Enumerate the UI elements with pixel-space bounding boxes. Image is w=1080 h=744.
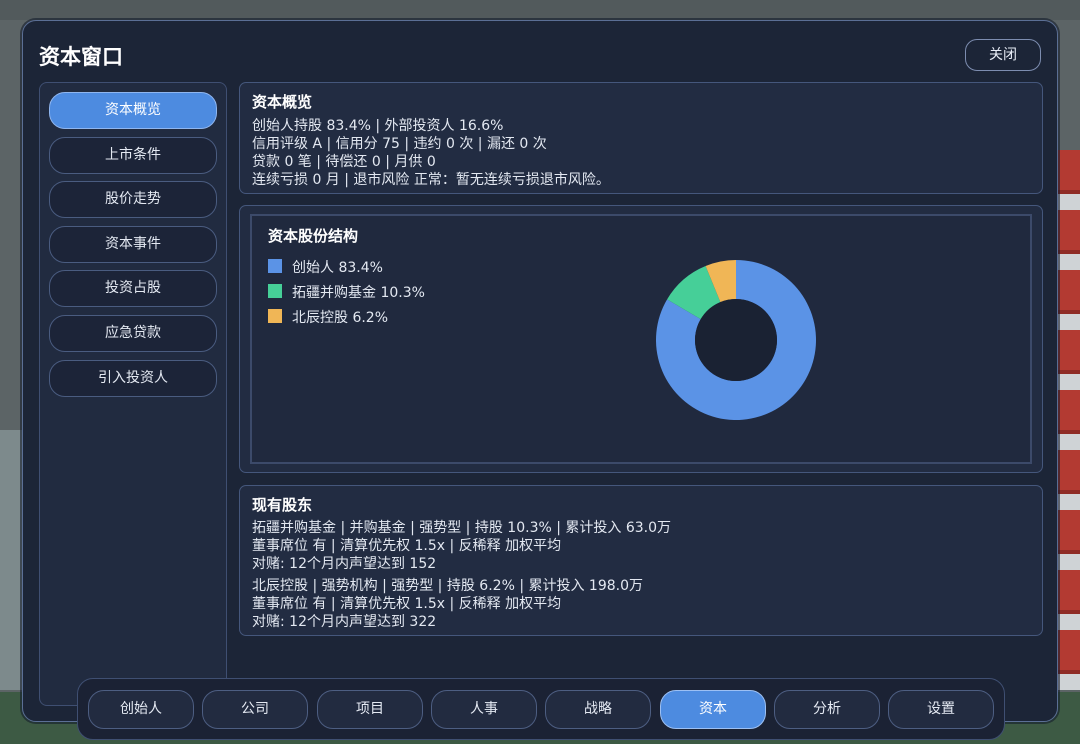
donut-hole xyxy=(695,299,777,381)
shareholder-line: 董事席位 有 | 清算优先权 1.5x | 反稀释 加权平均 xyxy=(252,538,562,554)
overview-title: 资本概览 xyxy=(252,93,313,111)
tab-settings[interactable]: 设置 xyxy=(888,690,994,729)
equity-chart-frame: 资本股份结构 创始人 83.4% 拓疆并购基金 10.3% 北辰控股 6.2% xyxy=(250,214,1032,464)
window-title: 资本窗口 xyxy=(39,45,123,69)
overview-panel: 资本概览 创始人持股 83.4% | 外部投资人 16.6% 信用评级 A | … xyxy=(239,82,1043,194)
sidebar-item-emergency-loan[interactable]: 应急贷款 xyxy=(49,315,217,352)
shareholders-title: 现有股东 xyxy=(252,496,313,514)
capital-window: 资本窗口 关闭 资本概览 上市条件 股价走势 资本事件 投资占股 应急贷款 引入… xyxy=(22,20,1058,722)
legend-label: 拓疆并购基金 10.3% xyxy=(292,285,425,301)
tab-projects[interactable]: 项目 xyxy=(317,690,423,729)
sidebar-item-capital-overview[interactable]: 资本概览 xyxy=(49,92,217,129)
shareholder-line: 对赌: 12个月内声望达到 322 xyxy=(252,614,437,630)
tab-analysis[interactable]: 分析 xyxy=(774,690,880,729)
sidebar-item-listing-conditions[interactable]: 上市条件 xyxy=(49,137,217,174)
sidebar-item-investment-stake[interactable]: 投资占股 xyxy=(49,270,217,307)
game-background-top xyxy=(0,0,1080,20)
tab-strategy[interactable]: 战略 xyxy=(545,690,651,729)
sidebar: 资本概览 上市条件 股价走势 资本事件 投资占股 应急贷款 引入投资人 xyxy=(39,82,227,706)
tab-capital[interactable]: 资本 xyxy=(660,690,766,729)
shareholders-panel: 现有股东 拓疆并购基金 | 并购基金 | 强势型 | 持股 10.3% | 累计… xyxy=(239,485,1043,636)
shareholder-line: 拓疆并购基金 | 并购基金 | 强势型 | 持股 10.3% | 累计投入 63… xyxy=(252,520,672,536)
shareholder-line: 北辰控股 | 强势机构 | 强势型 | 持股 6.2% | 累计投入 198.0… xyxy=(252,578,644,594)
tab-founder[interactable]: 创始人 xyxy=(88,690,194,729)
game-background-building-right xyxy=(1058,150,1080,690)
shareholder-line: 对赌: 12个月内声望达到 152 xyxy=(252,556,437,572)
chart-title: 资本股份结构 xyxy=(268,227,359,245)
overview-line: 连续亏损 0 月 | 退市风险 正常：暂无连续亏损退市风险。 xyxy=(252,172,610,188)
overview-line: 创始人持股 83.4% | 外部投资人 16.6% xyxy=(252,118,504,134)
game-background-building-left xyxy=(0,430,22,690)
sidebar-item-introduce-investor[interactable]: 引入投资人 xyxy=(49,360,217,397)
tab-company[interactable]: 公司 xyxy=(202,690,308,729)
equity-structure-panel: 资本股份结构 创始人 83.4% 拓疆并购基金 10.3% 北辰控股 6.2% xyxy=(239,205,1043,473)
close-button[interactable]: 关闭 xyxy=(965,39,1041,71)
overview-line: 贷款 0 笔 | 待偿还 0 | 月供 0 xyxy=(252,154,436,170)
overview-line: 信用评级 A | 信用分 75 | 违约 0 次 | 漏还 0 次 xyxy=(252,136,547,152)
legend-label: 创始人 83.4% xyxy=(292,260,383,276)
tab-personnel[interactable]: 人事 xyxy=(431,690,537,729)
sidebar-item-capital-events[interactable]: 资本事件 xyxy=(49,226,217,263)
legend-swatch-beichen-holdings xyxy=(268,309,282,323)
shareholder-line: 董事席位 有 | 清算优先权 1.5x | 反稀释 加权平均 xyxy=(252,596,562,612)
legend-label: 北辰控股 6.2% xyxy=(292,310,389,326)
bottom-navigation-bar: 创始人 公司 项目 人事 战略 资本 分析 设置 xyxy=(77,678,1005,740)
equity-donut-chart xyxy=(656,260,816,420)
legend-swatch-founder xyxy=(268,259,282,273)
sidebar-item-stock-trend[interactable]: 股价走势 xyxy=(49,181,217,218)
legend-swatch-tuojiang-fund xyxy=(268,284,282,298)
